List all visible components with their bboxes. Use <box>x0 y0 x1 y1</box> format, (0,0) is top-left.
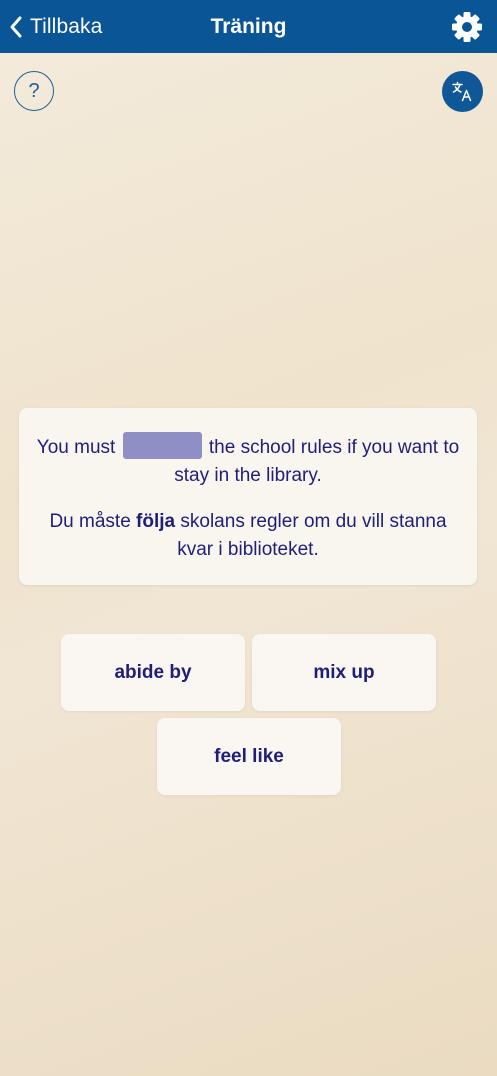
answer-choice-feel-like[interactable]: feel like <box>157 718 341 795</box>
swedish-sentence: Du måste följa skolans regler om du vill… <box>29 508 467 564</box>
answer-choice-mix-up[interactable]: mix up <box>252 634 436 711</box>
answer-blank <box>122 432 202 459</box>
help-button[interactable]: ? <box>14 71 54 111</box>
settings-button[interactable] <box>450 10 484 44</box>
top-navigation-bar: Tillbaka Träning <box>0 0 497 53</box>
english-sentence-end: the school rules if you want to stay in … <box>174 437 460 486</box>
exercise-card: You must the school rules if you want to… <box>19 408 477 585</box>
swedish-highlight-word: följa <box>136 511 176 532</box>
english-sentence: You must the school rules if you want to… <box>29 432 467 490</box>
translate-icon <box>452 81 472 102</box>
english-sentence-start: You must <box>36 437 116 458</box>
translate-button[interactable] <box>442 71 483 112</box>
swedish-sentence-end: skolans regler om du vill stanna kvar i … <box>177 511 447 560</box>
answer-choice-abide-by[interactable]: abide by <box>61 634 245 711</box>
page-title: Träning <box>210 15 287 38</box>
gear-icon <box>452 12 482 42</box>
swedish-sentence-start: Du måste <box>49 511 131 532</box>
